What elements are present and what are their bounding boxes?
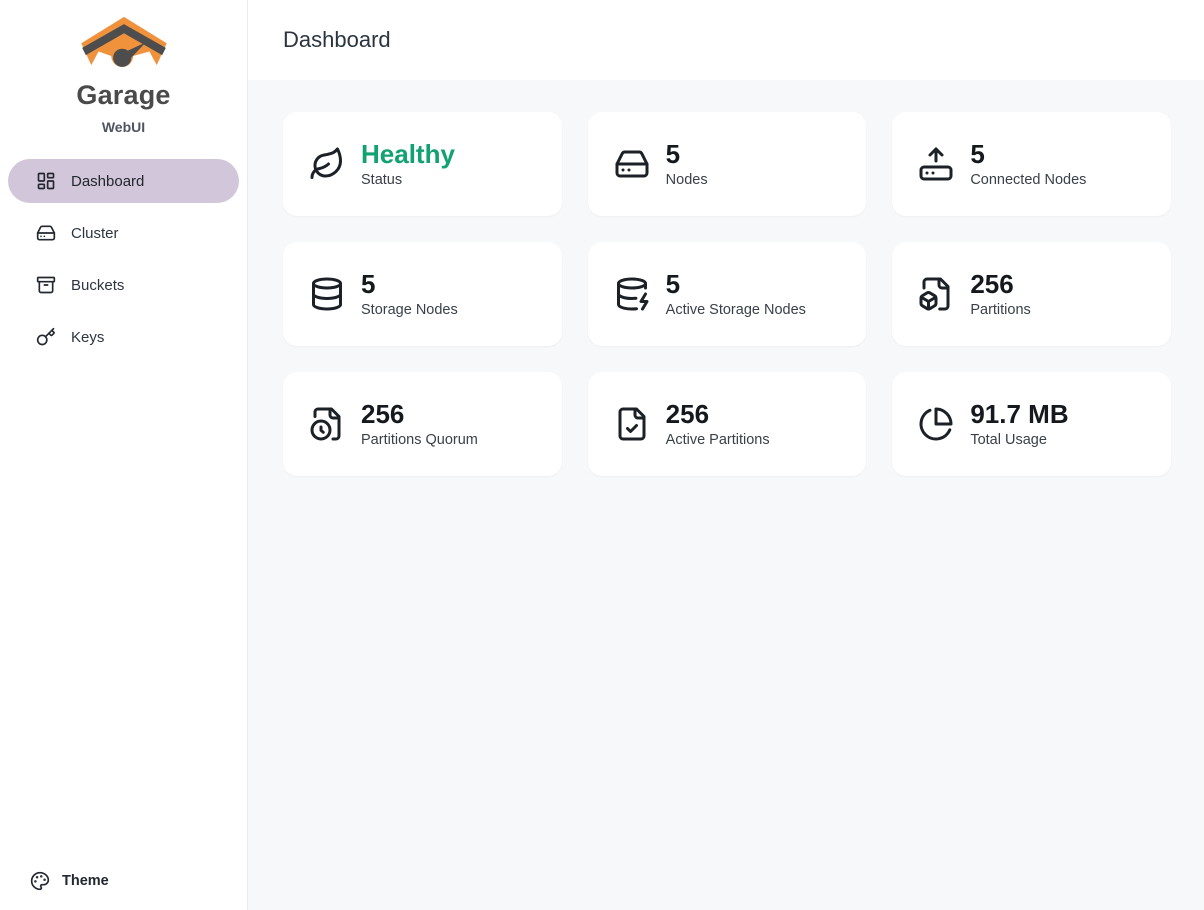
stat-card-storage-nodes: 5 Storage Nodes <box>283 242 562 346</box>
stat-value: 256 <box>666 400 770 430</box>
sidebar-item-label: Keys <box>71 329 104 346</box>
sidebar-nav: Dashboard Cluster Buckets <box>0 159 247 359</box>
theme-label: Theme <box>62 873 109 889</box>
sidebar-item-dashboard[interactable]: Dashboard <box>8 159 239 203</box>
stat-value: 256 <box>361 400 478 430</box>
sidebar-item-cluster[interactable]: Cluster <box>8 211 239 255</box>
stat-label: Active Partitions <box>666 432 770 448</box>
stat-label: Storage Nodes <box>361 302 458 318</box>
stat-label: Status <box>361 172 455 188</box>
file-clock-icon <box>309 406 345 442</box>
app-name: Garage <box>0 80 247 111</box>
stats-grid: Healthy Status 5 Nodes <box>283 112 1171 476</box>
palette-icon <box>30 871 50 891</box>
sidebar-item-label: Buckets <box>71 277 124 294</box>
file-check-icon <box>614 406 650 442</box>
topbar: Dashboard <box>248 0 1204 80</box>
pie-chart-icon <box>918 406 954 442</box>
stat-value: 5 <box>666 270 806 300</box>
garage-logo-icon <box>78 16 170 76</box>
stat-card-partitions-quorum: 256 Partitions Quorum <box>283 372 562 476</box>
stat-label: Total Usage <box>970 432 1068 448</box>
stat-card-total-usage: 91.7 MB Total Usage <box>892 372 1171 476</box>
sidebar-item-buckets[interactable]: Buckets <box>8 263 239 307</box>
stat-label: Nodes <box>666 172 708 188</box>
hard-drive-upload-icon <box>918 146 954 182</box>
stat-card-connected-nodes: 5 Connected Nodes <box>892 112 1171 216</box>
stat-label: Connected Nodes <box>970 172 1086 188</box>
stat-label: Partitions Quorum <box>361 432 478 448</box>
sidebar-item-keys[interactable]: Keys <box>8 315 239 359</box>
key-icon <box>36 327 56 347</box>
database-zap-icon <box>614 276 650 312</box>
stat-card-active-partitions: 256 Active Partitions <box>588 372 867 476</box>
stat-card-status: Healthy Status <box>283 112 562 216</box>
file-box-icon <box>918 276 954 312</box>
stat-value: Healthy <box>361 140 455 170</box>
sidebar: Garage WebUI Dashboard Cluster <box>0 0 248 910</box>
sidebar-item-label: Dashboard <box>71 173 144 190</box>
main-area: Dashboard Healthy Status <box>248 0 1204 910</box>
stat-card-active-storage-nodes: 5 Active Storage Nodes <box>588 242 867 346</box>
stat-value: 5 <box>666 140 708 170</box>
stat-card-partitions: 256 Partitions <box>892 242 1171 346</box>
sidebar-item-label: Cluster <box>71 225 119 242</box>
layout-dashboard-icon <box>36 171 56 191</box>
stat-card-nodes: 5 Nodes <box>588 112 867 216</box>
archive-icon <box>36 275 56 295</box>
stat-value: 256 <box>970 270 1030 300</box>
stat-value: 5 <box>970 140 1086 170</box>
stat-label: Active Storage Nodes <box>666 302 806 318</box>
garage-logo <box>0 0 247 76</box>
app-subtitle: WebUI <box>0 119 247 135</box>
theme-toggle[interactable]: Theme <box>0 871 247 910</box>
leaf-icon <box>309 146 345 182</box>
page-title: Dashboard <box>283 27 391 53</box>
hard-drive-icon <box>36 223 56 243</box>
database-icon <box>309 276 345 312</box>
stat-label: Partitions <box>970 302 1030 318</box>
stat-value: 5 <box>361 270 458 300</box>
hard-drive-icon <box>614 146 650 182</box>
stat-value: 91.7 MB <box>970 400 1068 430</box>
dashboard-content: Healthy Status 5 Nodes <box>248 80 1204 910</box>
